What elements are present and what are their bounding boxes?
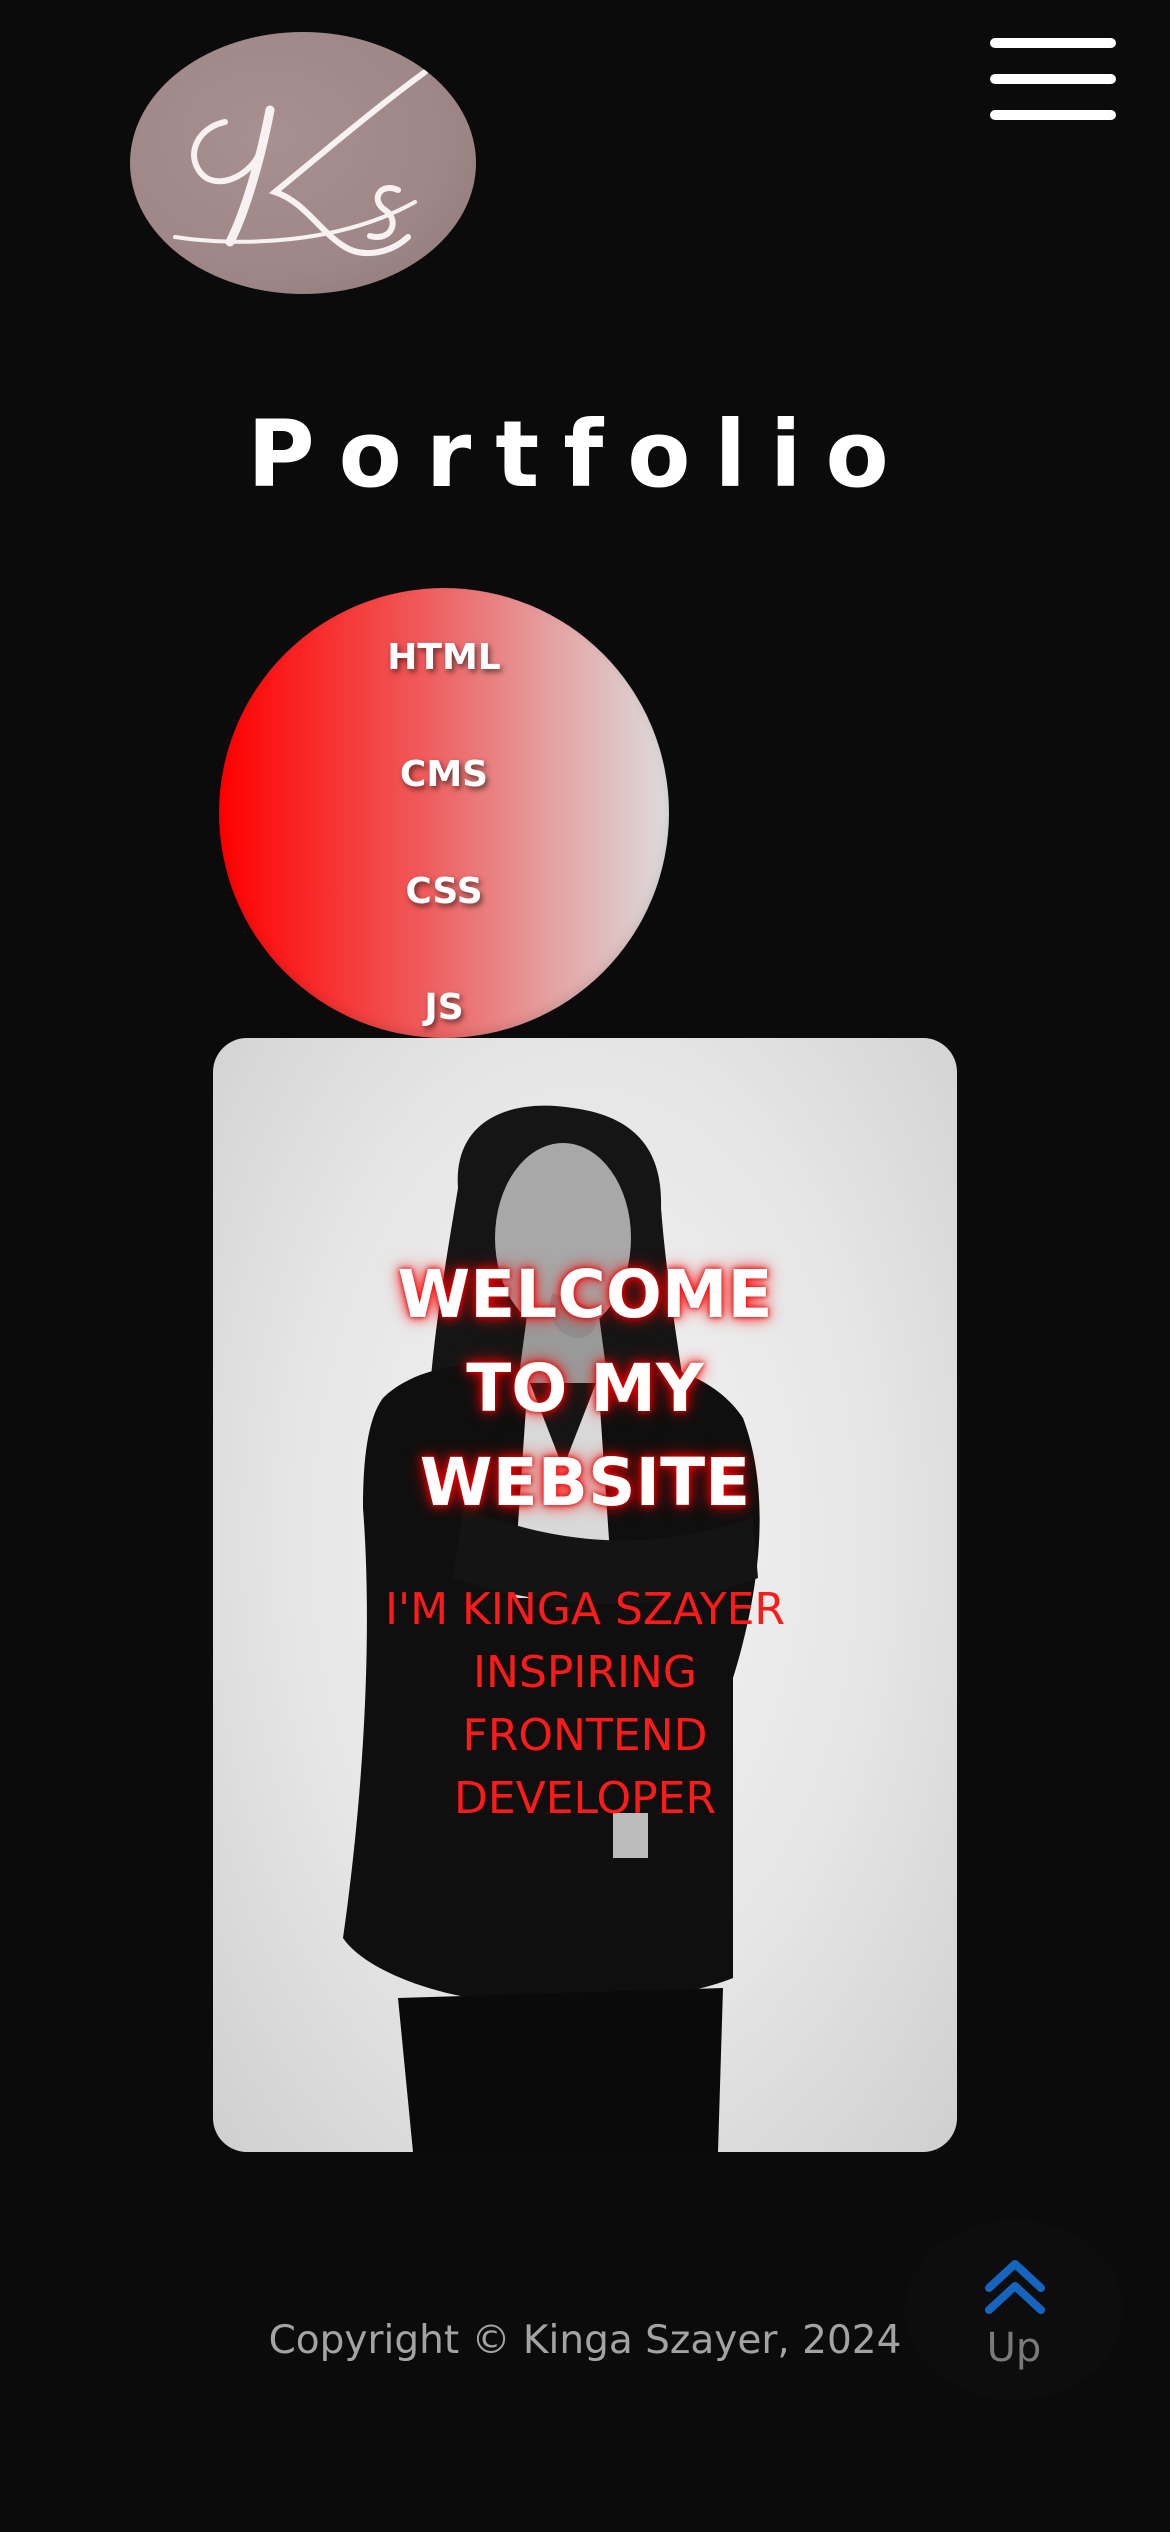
menu-bar [990,110,1116,120]
skills-circle: HTML CMS CSS JS [219,588,669,1038]
up-label: Up [986,2325,1042,2371]
menu-bar [990,38,1116,48]
skill-cms[interactable]: CMS [219,753,669,797]
double-chevron-up-icon [985,2260,1045,2314]
hero-card: WELCOME TO MY WEBSITE I'M KINGA SZAYER I… [213,1038,957,2152]
page-title: Portfolio [247,401,913,508]
hero-title: WELCOME TO MY WEBSITE [213,1248,957,1530]
menu-bar [990,74,1116,84]
hamburger-menu-icon[interactable] [990,38,1116,122]
hero-title-text: WELCOME TO MY WEBSITE [397,1256,773,1521]
skill-html[interactable]: HTML [219,636,669,680]
hero-subtitle-text: I'M KINGA SZAYER INSPIRING FRONTEND DEVE… [385,1584,785,1824]
scroll-up-button[interactable]: Up [905,2220,1123,2400]
logo-monogram-icon [173,69,428,257]
page: Portfolio HTML CMS CSS JS WELCOME TO MY … [0,0,1170,2532]
skill-js[interactable]: JS [219,986,669,1030]
skill-css[interactable]: CSS [219,870,669,914]
logo[interactable] [130,32,476,294]
hero-subtitle: I'M KINGA SZAYER INSPIRING FRONTEND DEVE… [213,1578,957,1830]
